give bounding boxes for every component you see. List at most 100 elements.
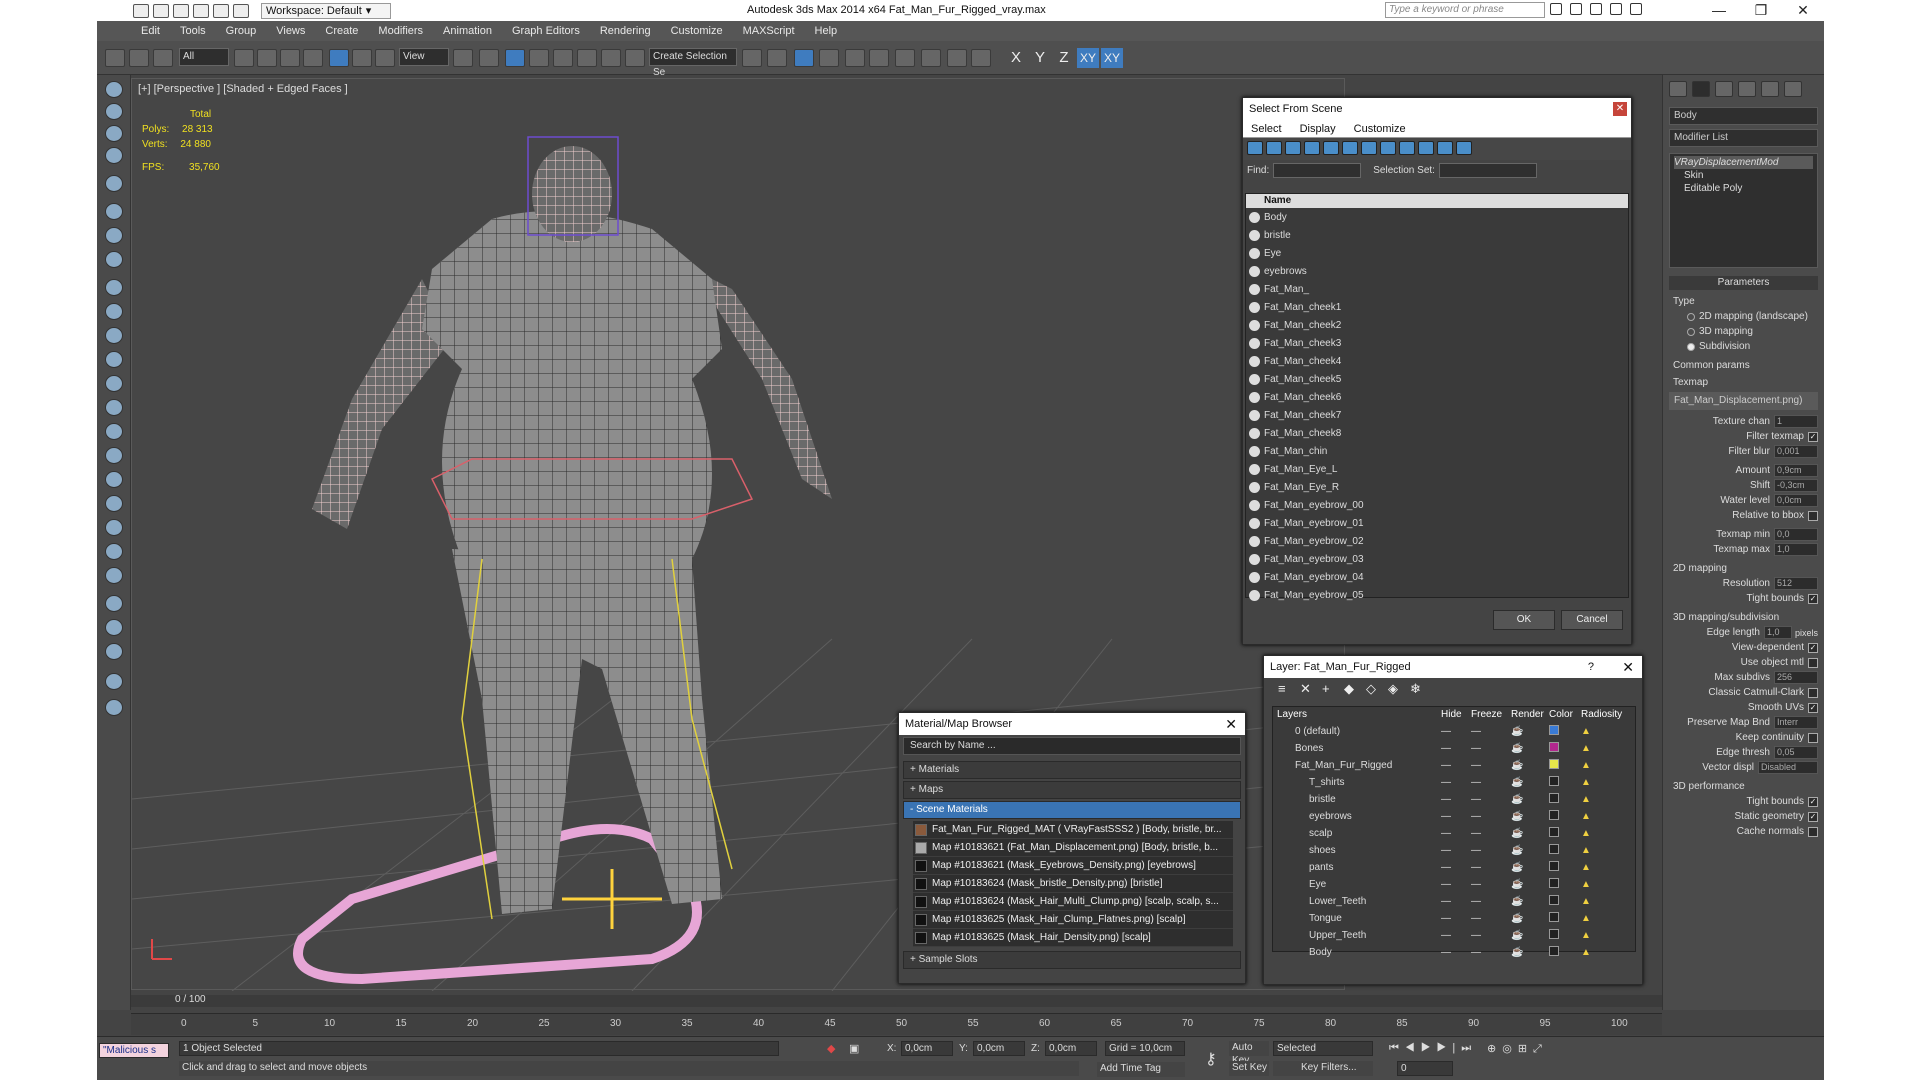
stack-item-skin[interactable]: Skin [1674, 169, 1813, 182]
select-move-icon[interactable] [329, 49, 349, 67]
curve-editor-icon[interactable] [845, 49, 865, 67]
layer-row[interactable]: shoes — — ☕ ▲ [1273, 842, 1635, 859]
layer-row[interactable]: eyebrows — — ☕ ▲ [1273, 808, 1635, 825]
pin-icon[interactable]: ◆ [827, 1042, 835, 1055]
select-highlighted-icon[interactable]: ◆ [1344, 682, 1358, 696]
layer-color-swatch[interactable] [1549, 810, 1559, 820]
layer-freeze-toggle[interactable]: — [1471, 828, 1511, 839]
layer-freeze-toggle[interactable]: — [1471, 913, 1511, 924]
radiosity-icon[interactable]: ▲ [1581, 896, 1631, 907]
teapot-icon[interactable]: ☕ [1511, 828, 1549, 839]
y-coordinate-field[interactable]: 0,0cm [973, 1041, 1025, 1056]
key-icon[interactable]: ⚷ [1205, 1049, 1217, 1069]
layer-hide-toggle[interactable]: — [1441, 845, 1471, 856]
col-radiosity[interactable]: Radiosity [1581, 707, 1631, 723]
filter-blur-spinner[interactable]: 0,001 [1774, 445, 1818, 458]
gizmo-arrow[interactable] [562, 869, 662, 929]
axis-xy-button[interactable]: XY [1077, 48, 1099, 68]
set-key-button[interactable]: Set Key [1229, 1061, 1269, 1076]
tool-icon-9[interactable] [105, 279, 123, 296]
radiosity-icon[interactable]: ▲ [1581, 828, 1631, 839]
mmb-section-maps[interactable]: + Maps [903, 781, 1241, 799]
tool-icon-15[interactable] [105, 423, 123, 440]
playback-controls[interactable]: ⏮◀▶▶|⏭ [1389, 1042, 1477, 1055]
tool-icon-6[interactable] [105, 203, 123, 220]
layer-row[interactable]: Tongue — — ☕ ▲ [1273, 910, 1635, 927]
scene-object-row[interactable]: Fat_Man_cheek3 [1246, 334, 1628, 352]
layer-color-swatch[interactable] [1549, 844, 1559, 854]
teapot-icon[interactable]: ☕ [1511, 777, 1549, 788]
key-filters-button[interactable]: Key Filters... [1273, 1061, 1373, 1076]
display-helpers-icon[interactable] [1323, 141, 1339, 155]
max-subdivs-spinner[interactable]: 256 [1774, 671, 1818, 684]
layer-hide-toggle[interactable]: — [1441, 879, 1471, 890]
cache-normals-checkbox[interactable] [1808, 826, 1818, 837]
layer-freeze-toggle[interactable]: — [1471, 794, 1511, 805]
keep-continuity-checkbox[interactable] [1808, 732, 1818, 743]
display-lights-icon[interactable] [1285, 141, 1301, 155]
delete-layer-icon[interactable]: ✕ [1300, 682, 1314, 696]
create-tab-icon[interactable] [1669, 81, 1687, 97]
workspace-dropdown[interactable]: Workspace: Default ▾ [261, 2, 391, 19]
scene-object-row[interactable]: Fat_Man_ [1246, 280, 1628, 298]
sfs-menu-display[interactable]: Display [1300, 120, 1336, 137]
scene-material-item[interactable]: Map #10183621 (Fat_Man_Displacement.png)… [913, 839, 1233, 857]
layer-freeze-toggle[interactable]: — [1471, 726, 1511, 737]
display-tab-icon[interactable] [1761, 81, 1779, 97]
type-3d-mapping[interactable]: 3D mapping [1669, 324, 1818, 339]
motion-tab-icon[interactable] [1738, 81, 1756, 97]
layer-freeze-toggle[interactable]: — [1471, 896, 1511, 907]
object-name-field[interactable]: Body [1669, 107, 1818, 125]
project-folder-icon[interactable] [233, 3, 249, 18]
scene-object-row[interactable]: Fat_Man_cheek6 [1246, 388, 1628, 406]
scene-object-row[interactable]: Fat_Man_cheek5 [1246, 370, 1628, 388]
texture-chan-spinner[interactable]: 1 [1774, 415, 1818, 428]
display-cameras-icon[interactable] [1304, 141, 1320, 155]
amount-spinner[interactable]: 0,9cm [1774, 464, 1818, 477]
selection-filter-dropdown[interactable]: All [179, 48, 229, 66]
layer-explorer-icon[interactable] [794, 49, 814, 67]
tool-icon-3[interactable] [105, 125, 123, 142]
teapot-icon[interactable]: ☕ [1511, 862, 1549, 873]
layer-row[interactable]: 0 (default) — — ☕ ▲ [1273, 723, 1635, 740]
layer-row[interactable]: scalp — — ☕ ▲ [1273, 825, 1635, 842]
layer-row[interactable]: Eye — — ☕ ▲ [1273, 876, 1635, 893]
maximize-button[interactable]: ❐ [1740, 0, 1782, 21]
sfs-menu-select[interactable]: Select [1251, 120, 1282, 137]
axis-x-button[interactable]: X [1005, 48, 1027, 68]
communication-center-icon[interactable] [1570, 3, 1582, 15]
col-layers[interactable]: Layers [1273, 707, 1441, 723]
tool-icon-18[interactable] [105, 495, 123, 512]
menu-modifiers[interactable]: Modifiers [378, 25, 423, 37]
cancel-button[interactable]: Cancel [1561, 610, 1623, 630]
layer-row[interactable]: Body — — ☕ ▲ [1273, 944, 1635, 961]
layer-hide-toggle[interactable]: — [1441, 947, 1471, 958]
new-file-icon[interactable] [133, 3, 149, 18]
menu-customize[interactable]: Customize [671, 25, 723, 37]
pivot-center-icon[interactable] [453, 49, 473, 67]
edge-length-spinner[interactable]: 1,0 [1763, 626, 1792, 639]
tool-icon-22[interactable] [105, 595, 123, 612]
freeze-all-icon[interactable]: ❄ [1410, 682, 1424, 696]
help-icon[interactable]: ? [1588, 656, 1594, 678]
tight-bounds2-checkbox[interactable]: ✓ [1808, 796, 1818, 807]
layer-hide-toggle[interactable]: — [1441, 811, 1471, 822]
menu-create[interactable]: Create [325, 25, 358, 37]
col-freeze[interactable]: Freeze [1471, 707, 1511, 723]
radiosity-icon[interactable]: ▲ [1581, 947, 1631, 958]
select-by-name-icon[interactable] [257, 49, 277, 67]
select-scale-icon[interactable] [375, 49, 395, 67]
edge-thresh-spinner[interactable]: 0,05 [1774, 746, 1818, 759]
relative-bbox-checkbox[interactable] [1808, 510, 1818, 521]
layer-hide-toggle[interactable]: — [1441, 794, 1471, 805]
display-bones-icon[interactable] [1399, 141, 1415, 155]
tool-icon-10[interactable] [105, 303, 123, 320]
layer-row[interactable]: Upper_Teeth — — ☕ ▲ [1273, 927, 1635, 944]
tool-icon-1[interactable] [105, 81, 123, 98]
viewport-nav-controls[interactable]: ⊕◎⊞⤢ [1487, 1042, 1548, 1056]
key-mode-dropdown[interactable]: Selected [1273, 1041, 1373, 1056]
radio-2d[interactable] [1687, 312, 1695, 321]
layer-color-swatch[interactable] [1549, 742, 1559, 752]
layer-row[interactable]: bristle — — ☕ ▲ [1273, 791, 1635, 808]
scene-object-row[interactable]: Fat_Man_chin [1246, 442, 1628, 460]
